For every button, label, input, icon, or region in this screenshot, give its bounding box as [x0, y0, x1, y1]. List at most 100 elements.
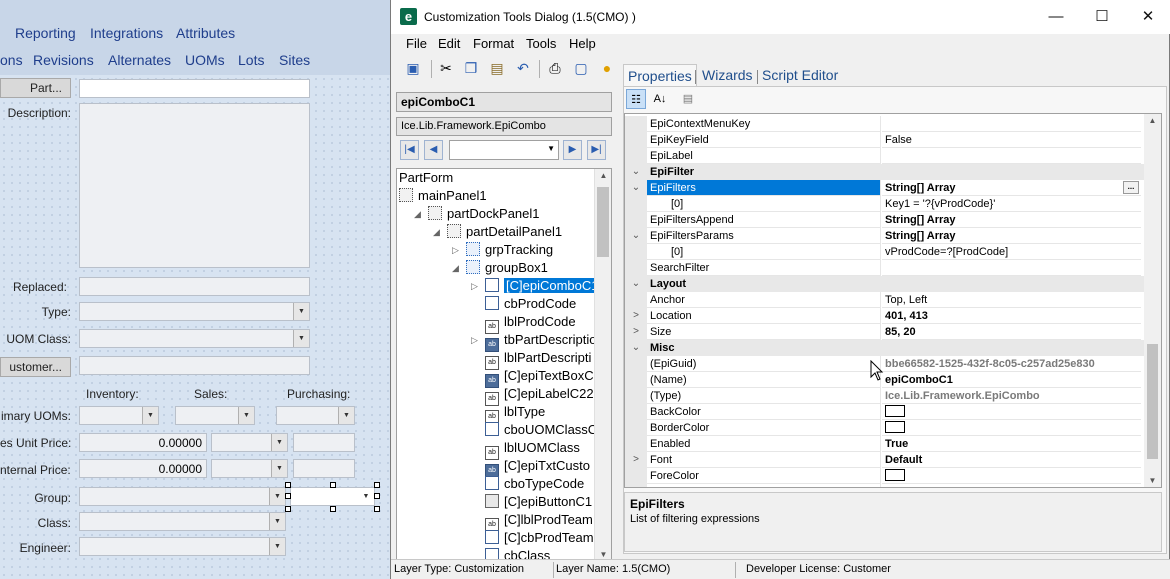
- property-value[interactable]: [882, 116, 1141, 132]
- tree-item[interactable]: ◢ groupBox1: [452, 259, 548, 277]
- paste-icon[interactable]: ▤: [488, 59, 506, 77]
- property-row[interactable]: (EpiGuid) bbe66582-1525-432f-8c05-c257ad2…: [625, 356, 1161, 372]
- expand-icon[interactable]: >: [625, 324, 647, 340]
- selection-handle[interactable]: [285, 493, 291, 499]
- scroll-up-icon[interactable]: ▲: [1144, 116, 1161, 125]
- tree-scrollbar[interactable]: ▲ ▼: [594, 169, 611, 561]
- bg-epicombo-selected[interactable]: ▼: [290, 487, 375, 506]
- property-row[interactable]: BackColor: [625, 404, 1161, 420]
- cut-icon[interactable]: ✂: [437, 59, 455, 77]
- tree-item[interactable]: cboTypeCode: [485, 475, 584, 493]
- property-row[interactable]: > Location 401, 413: [625, 308, 1161, 324]
- tree-item[interactable]: ab lblProdCode: [485, 313, 576, 334]
- bg-subtab-sites[interactable]: Sites: [279, 52, 310, 68]
- tree-item[interactable]: ab [C]epiTextBoxC: [485, 367, 594, 388]
- bg-internal-price-extra[interactable]: [293, 459, 355, 478]
- bg-group-combo[interactable]: ▼: [79, 487, 286, 506]
- bg-internal-price-field[interactable]: 0.00000: [79, 459, 207, 478]
- expand-icon[interactable]: >: [625, 452, 647, 468]
- selection-handle[interactable]: [285, 482, 291, 488]
- expand-icon[interactable]: >: [625, 308, 647, 324]
- tab-properties[interactable]: Properties: [623, 64, 697, 86]
- property-value[interactable]: String[] Array: [882, 212, 1141, 228]
- property-value[interactable]: True: [882, 436, 1141, 452]
- collapse-icon[interactable]: ⌄: [625, 180, 647, 196]
- bg-subtab-revisions[interactable]: Revisions: [33, 52, 94, 68]
- property-row[interactable]: SearchFilter: [625, 260, 1161, 276]
- tree-item[interactable]: ab [C]epiLabelC22: [485, 385, 594, 406]
- collapse-icon[interactable]: ◢: [414, 205, 421, 223]
- copy-icon[interactable]: ❐: [462, 59, 480, 77]
- help-icon[interactable]: ●: [598, 59, 616, 77]
- bg-part-button[interactable]: Part...: [0, 78, 71, 98]
- first-control-button[interactable]: |◀: [400, 140, 419, 160]
- tree-item[interactable]: [C]epiButtonC1: [485, 493, 592, 511]
- tree-item[interactable]: cbProdCode: [485, 295, 576, 313]
- bg-subtab-ons[interactable]: ons: [0, 52, 23, 68]
- save-icon[interactable]: ▣: [404, 59, 422, 77]
- menu-format[interactable]: Format: [473, 36, 514, 51]
- property-row[interactable]: ⌄ EpiFilters String[] Array...: [625, 180, 1161, 196]
- property-value[interactable]: [882, 260, 1141, 276]
- menu-edit[interactable]: Edit: [438, 36, 460, 51]
- property-row[interactable]: > Size 85, 20: [625, 324, 1161, 340]
- property-value[interactable]: [882, 420, 1141, 436]
- bg-part-field[interactable]: [79, 79, 310, 98]
- bg-unit-price-field[interactable]: 0.00000: [79, 433, 207, 452]
- print-icon[interactable]: ⎙: [546, 59, 564, 77]
- property-row[interactable]: Enabled True: [625, 436, 1161, 452]
- bg-internal-price-uom-combo[interactable]: ▼: [211, 459, 288, 478]
- property-row[interactable]: (Type) Ice.Lib.Framework.EpiCombo: [625, 388, 1161, 404]
- tree-item[interactable]: ab lblUOMClass: [485, 439, 580, 460]
- expand-icon[interactable]: ▷: [471, 331, 478, 349]
- property-grid-scrollbar[interactable]: ▲ ▼: [1144, 114, 1161, 487]
- property-value[interactable]: [882, 404, 1141, 420]
- tree-item[interactable]: ▷ grpTracking: [452, 241, 553, 259]
- bg-tab-attributes[interactable]: Attributes: [176, 25, 235, 41]
- close-button[interactable]: ✕: [1125, 0, 1170, 34]
- property-row[interactable]: [0] vProdCode=?[ProdCode]: [625, 244, 1161, 260]
- last-control-button[interactable]: ▶|: [587, 140, 606, 160]
- tree-item[interactable]: mainPanel1: [399, 187, 487, 205]
- scroll-up-icon[interactable]: ▲: [595, 171, 611, 180]
- property-value[interactable]: Key1 = '?{vProdCode}': [882, 196, 1141, 212]
- tree-item[interactable]: [C]cbProdTeam: [485, 529, 594, 547]
- tree-item[interactable]: ab lblType: [485, 403, 545, 424]
- property-row[interactable]: EpiFiltersAppend String[] Array: [625, 212, 1161, 228]
- property-value[interactable]: 401, 413: [882, 308, 1141, 324]
- property-row[interactable]: ForeColor: [625, 468, 1161, 484]
- property-category[interactable]: ⌄ Layout: [625, 276, 1161, 292]
- property-row[interactable]: > Font Default: [625, 452, 1161, 468]
- property-value[interactable]: String[] Array...: [882, 180, 1141, 196]
- bg-description-field[interactable]: [79, 103, 310, 268]
- expand-icon[interactable]: ▷: [471, 277, 478, 295]
- bg-type-combo[interactable]: ▼: [79, 302, 310, 321]
- control-select-combo[interactable]: ▼: [449, 140, 559, 160]
- property-row[interactable]: (Name) epiComboC1: [625, 372, 1161, 388]
- bg-tab-reporting[interactable]: Reporting: [15, 25, 76, 41]
- property-value[interactable]: False: [882, 132, 1141, 148]
- tree-item[interactable]: ▷ ab tbPartDescriptio: [471, 331, 596, 352]
- property-row[interactable]: StyleSetName: [625, 484, 1161, 487]
- property-row[interactable]: ⌄ EpiFiltersParams String[] Array: [625, 228, 1161, 244]
- tree-item[interactable]: ◢ partDetailPanel1: [433, 223, 562, 241]
- bg-customer-field[interactable]: [79, 356, 310, 375]
- alphabetical-icon[interactable]: A↓: [650, 89, 670, 109]
- scroll-thumb[interactable]: [597, 187, 609, 257]
- collapse-icon[interactable]: ◢: [433, 223, 440, 241]
- property-pages-icon[interactable]: ▤: [678, 89, 698, 109]
- scroll-thumb[interactable]: [1147, 344, 1158, 459]
- scroll-down-icon[interactable]: ▼: [595, 550, 611, 559]
- tree-item[interactable]: ▷ [C]epiComboC1: [471, 277, 601, 295]
- next-control-button[interactable]: ▶: [563, 140, 582, 160]
- bg-engineer-combo[interactable]: ▼: [79, 537, 286, 556]
- selection-handle[interactable]: [374, 482, 380, 488]
- property-row[interactable]: BorderColor: [625, 420, 1161, 436]
- bg-subtab-uoms[interactable]: UOMs: [185, 52, 225, 68]
- scroll-down-icon[interactable]: ▼: [1144, 476, 1161, 485]
- property-value[interactable]: epiComboC1: [882, 372, 1141, 388]
- tree-item[interactable]: ab [C]lblProdTeam: [485, 511, 593, 532]
- tab-script-editor[interactable]: Script Editor: [758, 64, 842, 86]
- tree-item[interactable]: cboUOMClassC: [485, 421, 597, 439]
- property-value[interactable]: bbe66582-1525-432f-8c05-c257ad25e830: [882, 356, 1141, 372]
